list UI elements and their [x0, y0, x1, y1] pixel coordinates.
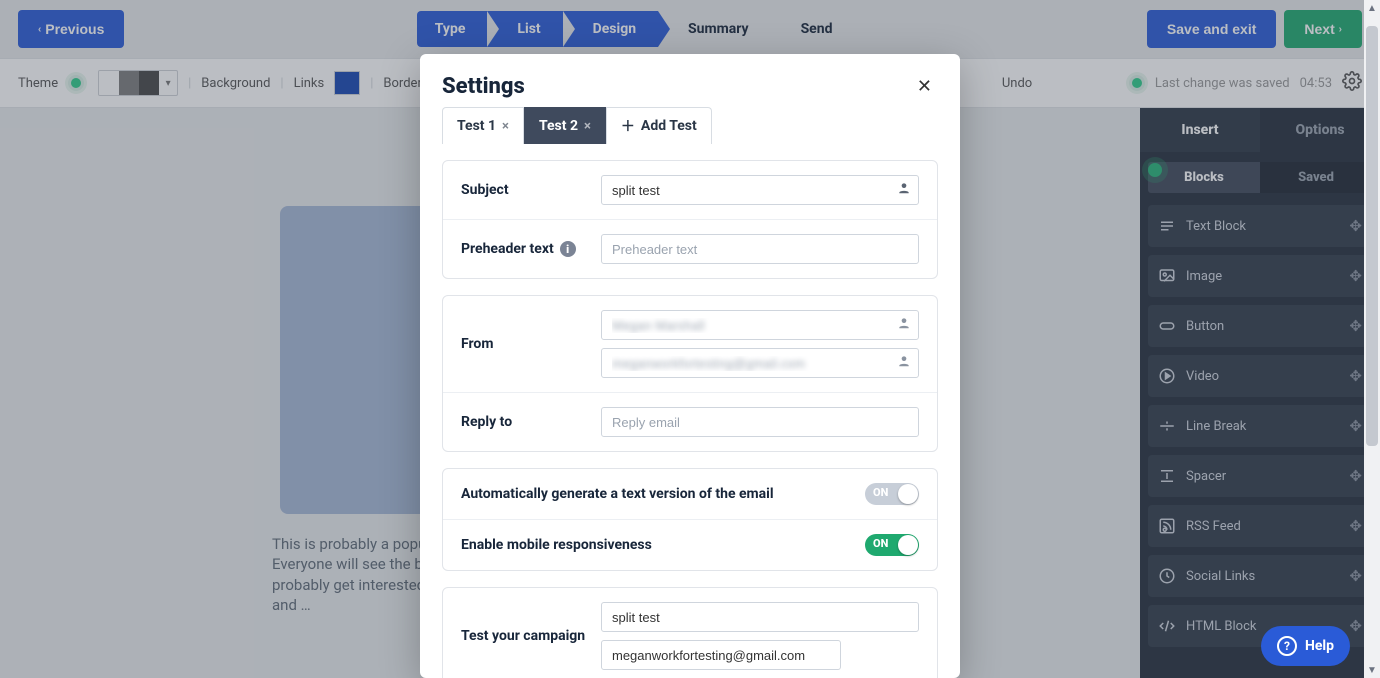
info-icon[interactable]: i [560, 241, 576, 257]
subject-input[interactable] [601, 175, 919, 205]
scroll-track[interactable] [1364, 16, 1380, 662]
from-label: From [461, 336, 601, 352]
add-test-button[interactable]: ＋ Add Test [606, 107, 712, 144]
subject-label: Subject [461, 182, 601, 198]
auto-text-toggle[interactable]: ON [865, 483, 919, 505]
mobile-toggle-label: Enable mobile responsiveness [461, 537, 652, 553]
preheader-label: Preheader text i [461, 241, 601, 257]
test-email-input[interactable] [601, 640, 841, 670]
auto-text-label: Automatically generate a text version of… [461, 486, 774, 502]
preheader-input[interactable] [601, 234, 919, 264]
from-email-input[interactable] [601, 348, 919, 378]
tab-test-2[interactable]: Test 2 × [524, 107, 606, 144]
person-icon[interactable] [897, 316, 911, 334]
close-tab-icon[interactable]: × [502, 119, 509, 134]
plus-icon: ＋ [621, 116, 635, 136]
replyto-label: Reply to [461, 414, 601, 430]
scroll-thumb[interactable] [1366, 26, 1378, 446]
test-campaign-label: Test your campaign [461, 628, 601, 644]
modal-overlay: Settings ✕ Test 1 × Test 2 × ＋ Add Test … [0, 0, 1380, 678]
toggle-knob [898, 535, 918, 555]
settings-modal: Settings ✕ Test 1 × Test 2 × ＋ Add Test … [420, 54, 960, 678]
scroll-up-icon[interactable]: ▲ [1364, 0, 1380, 16]
help-icon: ? [1277, 636, 1297, 656]
close-icon[interactable]: ✕ [911, 75, 938, 98]
close-tab-icon[interactable]: × [584, 119, 591, 134]
modal-title: Settings [442, 74, 525, 99]
mobile-responsive-toggle[interactable]: ON [865, 534, 919, 556]
toggle-knob [898, 484, 918, 504]
replyto-input[interactable] [601, 407, 919, 437]
tab-test-1[interactable]: Test 1 × [442, 107, 524, 144]
person-icon[interactable] [897, 354, 911, 372]
scroll-down-icon[interactable]: ▼ [1364, 662, 1380, 678]
help-button[interactable]: ? Help [1261, 626, 1350, 666]
from-name-input[interactable] [601, 310, 919, 340]
test-subject-input[interactable] [601, 602, 919, 632]
person-icon[interactable] [897, 181, 911, 199]
page-scrollbar[interactable]: ▲ ▼ [1364, 0, 1380, 678]
